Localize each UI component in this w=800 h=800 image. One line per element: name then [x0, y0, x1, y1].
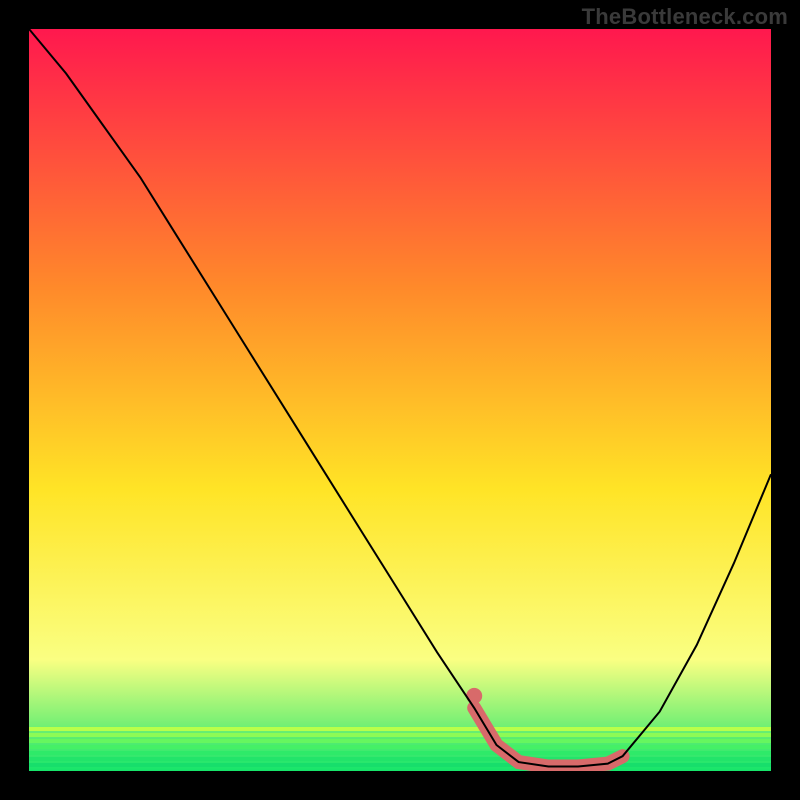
chart-svg	[29, 29, 771, 771]
plot-area	[29, 29, 771, 771]
chart-frame: TheBottleneck.com	[0, 0, 800, 800]
heatmap-background	[29, 29, 771, 771]
watermark-text: TheBottleneck.com	[582, 4, 788, 30]
optimal-anchor-dot	[466, 688, 482, 704]
green-striations	[29, 727, 771, 767]
